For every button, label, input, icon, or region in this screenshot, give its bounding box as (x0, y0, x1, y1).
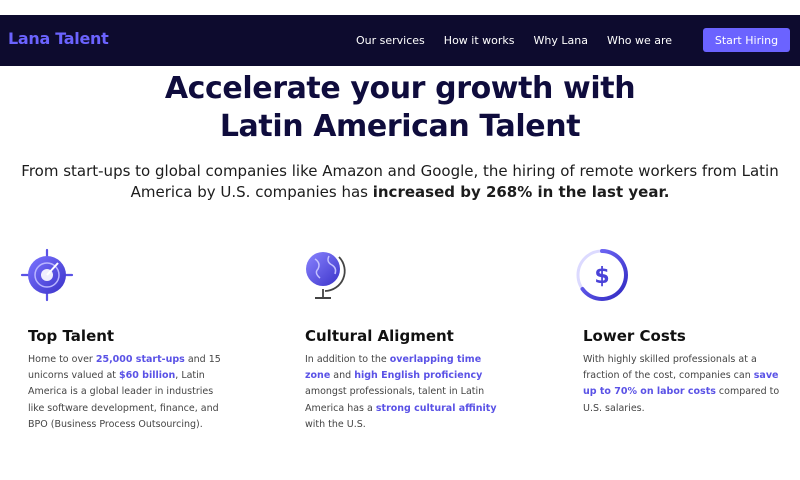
hero-title-line1: Accelerate your growth with (164, 71, 636, 106)
feature-text-highlight: strong cultural affinity (375, 402, 497, 414)
dollar-icon: $ (575, 248, 631, 306)
nav-link-our-services[interactable]: Our services (356, 34, 425, 47)
feature-text: With highly skilled professionals at a f… (583, 352, 783, 417)
feature-text: Home to over 25,000 start-ups and 15 uni… (28, 352, 228, 433)
start-hiring-button[interactable]: Start Hiring (703, 28, 790, 52)
feature-text-part: and (330, 370, 355, 382)
feature-text-part: Home to over (28, 354, 96, 365)
feature-title: Top Talent (28, 327, 115, 345)
feature-text-part: With highly skilled professionals at a f… (583, 354, 757, 382)
hero-subtitle-highlight: increased by 268% in the last year. (372, 183, 670, 201)
hero-title-line2: Latin American Talent (219, 109, 581, 144)
hero-subtitle-line1: From start-ups to global companies like … (21, 162, 779, 180)
logo[interactable]: Lana Talent (8, 29, 109, 48)
globe-icon (303, 247, 359, 305)
nav-link-who-we-are[interactable]: Who we are (607, 34, 672, 47)
feature-text-highlight: $60 billion (119, 370, 176, 382)
feature-text-highlight: high English proficiency (354, 370, 483, 382)
nav-link-how-it-works[interactable]: How it works (444, 34, 515, 47)
svg-text:$: $ (594, 264, 609, 289)
feature-text: In addition to the overlapping time zone… (305, 352, 505, 433)
feature-title: Cultural Aligment (305, 327, 454, 345)
frame-top (0, 0, 800, 15)
nav-link-why-lana[interactable]: Why Lana (534, 34, 588, 47)
feature-text-highlight: 25,000 start-ups (95, 354, 185, 365)
feature-text-part: In addition to the (305, 354, 390, 365)
feature-title: Lower Costs (583, 327, 686, 345)
hero-subtitle: From start-ups to global companies like … (0, 161, 800, 203)
nav-links: Our services How it works Why Lana Who w… (356, 15, 672, 66)
hero-subtitle-line2: America by U.S. companies has (130, 183, 373, 201)
navbar: Lana Talent Our services How it works Wh… (0, 15, 800, 66)
target-icon (20, 248, 76, 306)
hero-title: Accelerate your growth with Latin Americ… (0, 70, 800, 146)
feature-text-part: with the U.S. (305, 418, 366, 430)
